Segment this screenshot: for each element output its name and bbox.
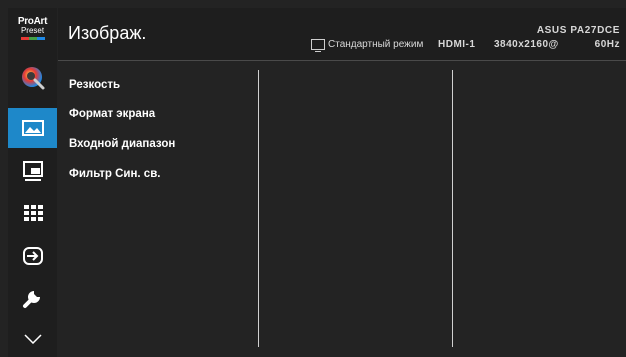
sidebar-item-settings[interactable]	[8, 278, 57, 318]
sidebar-item-color[interactable]	[8, 58, 57, 98]
grid-icon	[23, 205, 43, 221]
monitor-icon	[311, 39, 325, 52]
image-icon	[21, 120, 44, 136]
sidebar-item-more[interactable]	[8, 321, 57, 357]
osd-window: ProArt Preset Изображ. Стандартный режим…	[0, 0, 626, 357]
pip-icon	[22, 161, 43, 181]
sidebar: ProArt Preset	[8, 8, 57, 357]
proart-preset-icon[interactable]: ProArt Preset	[8, 8, 57, 48]
header: Изображ. Стандартный режим HDMI-1 3840x2…	[58, 8, 626, 61]
column-divider-1	[258, 70, 259, 347]
mode-label: Стандартный режим	[328, 39, 424, 50]
input-select-icon	[22, 247, 43, 265]
model-label: ASUS PA27DCE	[536, 25, 620, 36]
refresh-label: 60Hz	[594, 39, 620, 50]
menu-item-input-range[interactable]: Входной диапазон	[69, 138, 175, 150]
menu-item-aspect-ratio[interactable]: Формат экрана	[69, 108, 155, 120]
menu-item-blue-light-filter[interactable]: Фильтр Син. св.	[69, 168, 160, 180]
input-label: HDMI-1	[438, 39, 476, 50]
sidebar-item-input[interactable]	[8, 236, 57, 276]
page-title: Изображ.	[68, 23, 147, 43]
preset-label: Preset	[20, 25, 45, 35]
proart-label: ProArt	[17, 15, 48, 27]
resolution-label: 3840x2160@	[494, 39, 559, 50]
chevron-down-icon	[23, 334, 42, 344]
proart-color-bar	[20, 36, 45, 40]
column-divider-2	[452, 70, 453, 347]
mode-status: Стандартный режим	[311, 39, 424, 52]
menu-area: Резкость Формат экрана Входной диапазон …	[58, 61, 626, 357]
sidebar-item-pip[interactable]	[8, 151, 57, 191]
sidebar-item-image[interactable]	[8, 108, 57, 148]
sidebar-item-grid[interactable]	[8, 193, 57, 233]
menu-item-sharpness[interactable]: Резкость	[69, 79, 120, 91]
color-icon	[21, 67, 44, 90]
wrench-icon	[22, 291, 40, 308]
